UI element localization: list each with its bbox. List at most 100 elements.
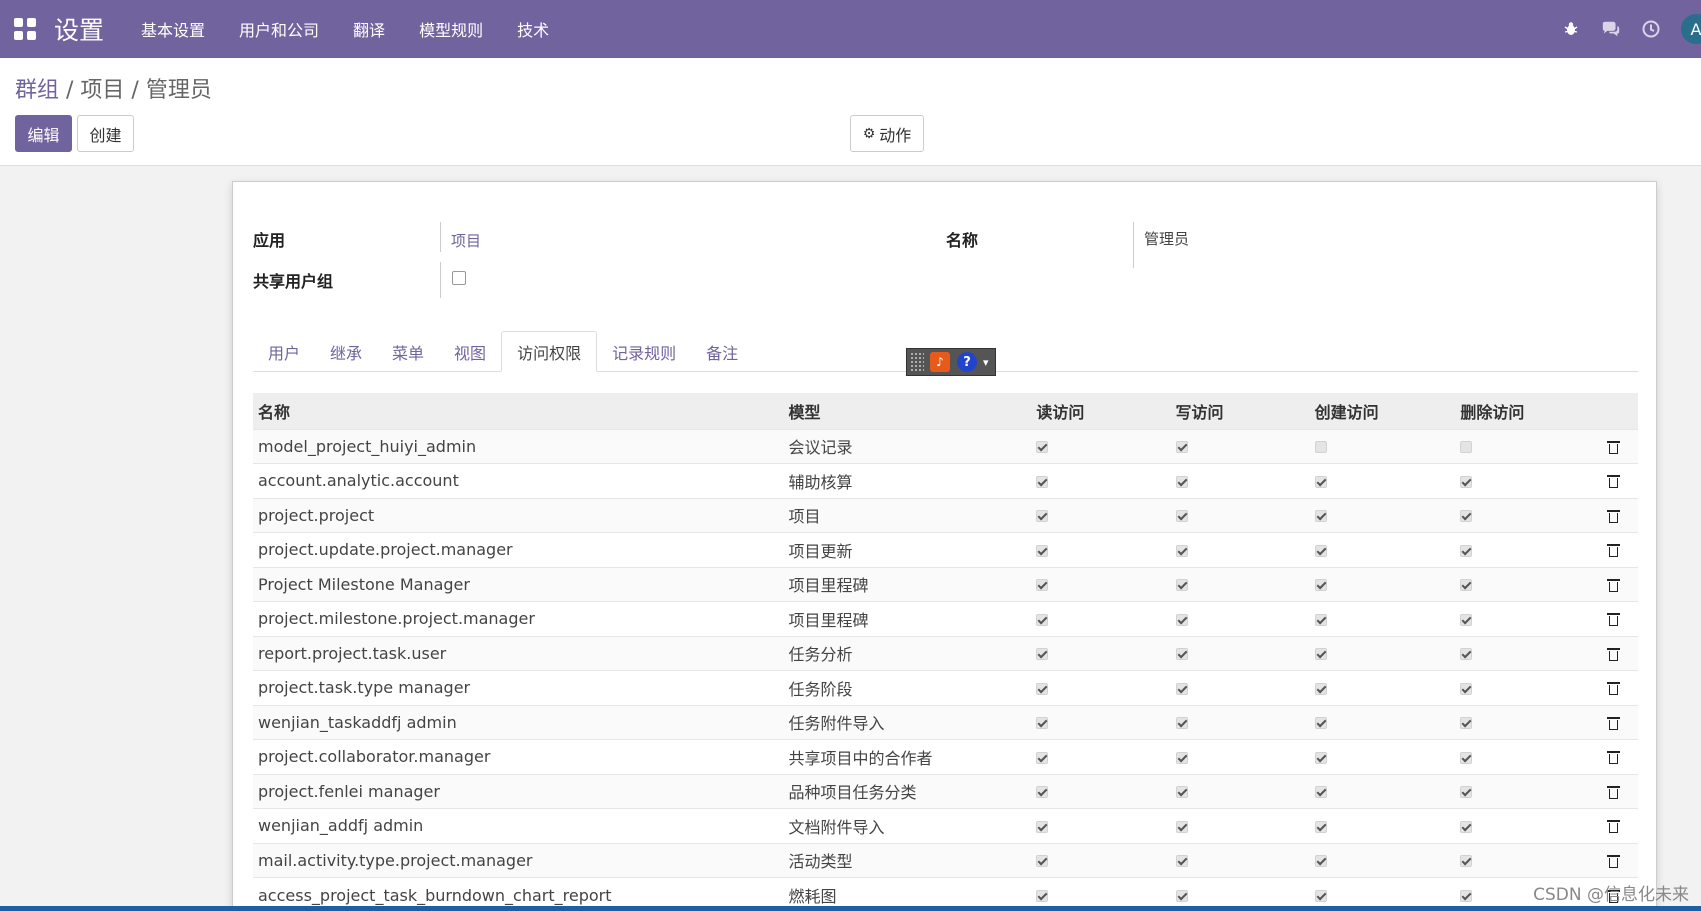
menu-users-companies[interactable]: 用户和公司 <box>239 17 319 41</box>
write-checkbox[interactable] <box>1175 786 1188 799</box>
row-model-cell[interactable]: 辅助核算 <box>783 463 1032 498</box>
table-row[interactable]: project.collaborator.manager 共享项目中的合作者 <box>253 739 1638 774</box>
read-checkbox[interactable] <box>1036 648 1049 661</box>
menu-translations[interactable]: 翻译 <box>353 17 385 41</box>
write-checkbox[interactable] <box>1175 441 1188 454</box>
dropdown-arrow-icon[interactable]: ▾ <box>983 356 989 369</box>
tab-notes[interactable]: 备注 <box>691 332 753 371</box>
row-name-cell[interactable]: model_project_huiyi_admin <box>253 428 784 464</box>
write-checkbox[interactable] <box>1175 510 1188 523</box>
name-field-value[interactable]: 管理员 <box>1144 228 1189 249</box>
read-checkbox[interactable] <box>1036 613 1049 626</box>
trash-icon[interactable] <box>1606 854 1620 868</box>
tab-access-rights[interactable]: 访问权限 <box>501 331 598 372</box>
chat-icon[interactable] <box>1601 19 1621 39</box>
row-model-cell[interactable]: 项目里程碑 <box>783 566 1032 602</box>
read-checkbox[interactable] <box>1036 475 1049 488</box>
row-model-cell[interactable]: 共享项目中的合作者 <box>783 739 1032 774</box>
bug-icon[interactable] <box>1561 19 1581 39</box>
trash-icon[interactable] <box>1606 682 1620 696</box>
write-checkbox[interactable] <box>1175 648 1188 661</box>
column-header-read[interactable]: 读访问 <box>1031 393 1171 429</box>
table-row[interactable]: project.update.project.manager 项目更新 <box>253 532 1638 567</box>
unlink-checkbox[interactable] <box>1460 751 1473 764</box>
unlink-checkbox[interactable] <box>1460 682 1473 695</box>
row-model-cell[interactable]: 项目里程碑 <box>783 601 1032 636</box>
create-checkbox[interactable] <box>1314 613 1327 626</box>
trash-icon[interactable] <box>1606 716 1620 730</box>
create-checkbox[interactable] <box>1314 855 1327 868</box>
create-checkbox[interactable] <box>1314 751 1327 764</box>
trash-icon[interactable] <box>1606 751 1620 765</box>
row-name-cell[interactable]: wenjian_taskaddfj admin <box>253 704 784 740</box>
row-model-cell[interactable]: 活动类型 <box>783 842 1032 878</box>
table-row[interactable]: account.analytic.account 辅助核算 <box>253 463 1638 498</box>
row-name-cell[interactable]: project.milestone.project.manager <box>253 601 784 636</box>
column-header-create[interactable]: 创建访问 <box>1309 393 1456 429</box>
breadcrumb-groups-link[interactable]: 群组 <box>15 78 59 103</box>
row-name-cell[interactable]: project.project <box>253 497 784 533</box>
unlink-checkbox[interactable] <box>1460 717 1473 730</box>
table-row[interactable]: wenjian_addfj admin 文档附件导入 <box>253 808 1638 843</box>
read-checkbox[interactable] <box>1036 751 1049 764</box>
row-model-cell[interactable]: 会议记录 <box>783 428 1032 464</box>
table-row[interactable]: wenjian_taskaddfj admin 任务附件导入 <box>253 704 1638 740</box>
trash-icon[interactable] <box>1606 647 1620 661</box>
unlink-checkbox[interactable] <box>1460 786 1473 799</box>
table-row[interactable]: report.project.task.user 任务分析 <box>253 635 1638 671</box>
table-row[interactable]: mail.activity.type.project.manager 活动类型 <box>253 842 1638 878</box>
row-model-cell[interactable]: 任务阶段 <box>783 670 1032 705</box>
trash-icon[interactable] <box>1606 578 1620 592</box>
write-checkbox[interactable] <box>1175 613 1188 626</box>
unlink-checkbox[interactable] <box>1460 510 1473 523</box>
read-checkbox[interactable] <box>1036 820 1049 833</box>
write-checkbox[interactable] <box>1175 890 1188 902</box>
unlink-checkbox[interactable] <box>1460 648 1473 661</box>
row-name-cell[interactable]: project.fenlei manager <box>253 773 784 809</box>
row-model-cell[interactable]: 项目更新 <box>783 532 1032 567</box>
tab-views[interactable]: 视图 <box>439 332 501 371</box>
create-checkbox[interactable] <box>1314 648 1327 661</box>
row-name-cell[interactable]: report.project.task.user <box>253 635 784 671</box>
read-checkbox[interactable] <box>1036 544 1049 557</box>
unlink-checkbox[interactable] <box>1460 544 1473 557</box>
floating-ime-toolbar[interactable]: ♪ ? ▾ <box>906 348 996 376</box>
write-checkbox[interactable] <box>1175 579 1188 592</box>
table-row[interactable]: project.task.type manager 任务阶段 <box>253 670 1638 705</box>
create-checkbox[interactable] <box>1314 544 1327 557</box>
trash-icon[interactable] <box>1606 820 1620 834</box>
create-checkbox[interactable] <box>1314 786 1327 799</box>
trash-icon[interactable] <box>1606 613 1620 627</box>
table-row[interactable]: project.milestone.project.manager 项目里程碑 <box>253 601 1638 636</box>
app-field-value[interactable]: 项目 <box>451 230 481 251</box>
shared-group-checkbox[interactable] <box>452 271 466 285</box>
table-row[interactable]: project.project 项目 <box>253 497 1638 533</box>
row-name-cell[interactable]: mail.activity.type.project.manager <box>253 842 784 878</box>
row-name-cell[interactable]: project.collaborator.manager <box>253 739 784 774</box>
row-name-cell[interactable]: wenjian_addfj admin <box>253 808 784 843</box>
apps-menu-icon[interactable] <box>14 18 36 40</box>
read-checkbox[interactable] <box>1036 510 1049 523</box>
create-button[interactable]: 创建 <box>77 115 134 152</box>
table-row[interactable]: model_project_huiyi_admin 会议记录 <box>253 428 1638 464</box>
row-model-cell[interactable]: 任务分析 <box>783 635 1032 671</box>
read-checkbox[interactable] <box>1036 441 1049 454</box>
read-checkbox[interactable] <box>1036 786 1049 799</box>
menu-model-rules[interactable]: 模型规则 <box>419 17 483 41</box>
row-name-cell[interactable]: project.update.project.manager <box>253 532 784 567</box>
action-button[interactable]: ⚙ 动作 <box>850 115 924 152</box>
grip-handle-icon[interactable] <box>910 352 924 372</box>
read-checkbox[interactable] <box>1036 717 1049 730</box>
table-row[interactable]: project.fenlei manager 品种项目任务分类 <box>253 773 1638 809</box>
column-header-delete[interactable]: 删除访问 <box>1455 393 1598 429</box>
column-header-write[interactable]: 写访问 <box>1170 393 1310 429</box>
tab-record-rules[interactable]: 记录规则 <box>597 332 691 371</box>
row-model-cell[interactable]: 项目 <box>783 497 1032 533</box>
create-checkbox[interactable] <box>1314 682 1327 695</box>
menu-technical[interactable]: 技术 <box>517 17 549 41</box>
row-model-cell[interactable]: 品种项目任务分类 <box>783 773 1032 809</box>
tab-menus[interactable]: 菜单 <box>377 332 439 371</box>
ime-logo-icon[interactable]: ♪ <box>930 352 950 372</box>
column-header-name[interactable]: 名称 <box>253 393 784 429</box>
unlink-checkbox[interactable] <box>1460 855 1473 868</box>
